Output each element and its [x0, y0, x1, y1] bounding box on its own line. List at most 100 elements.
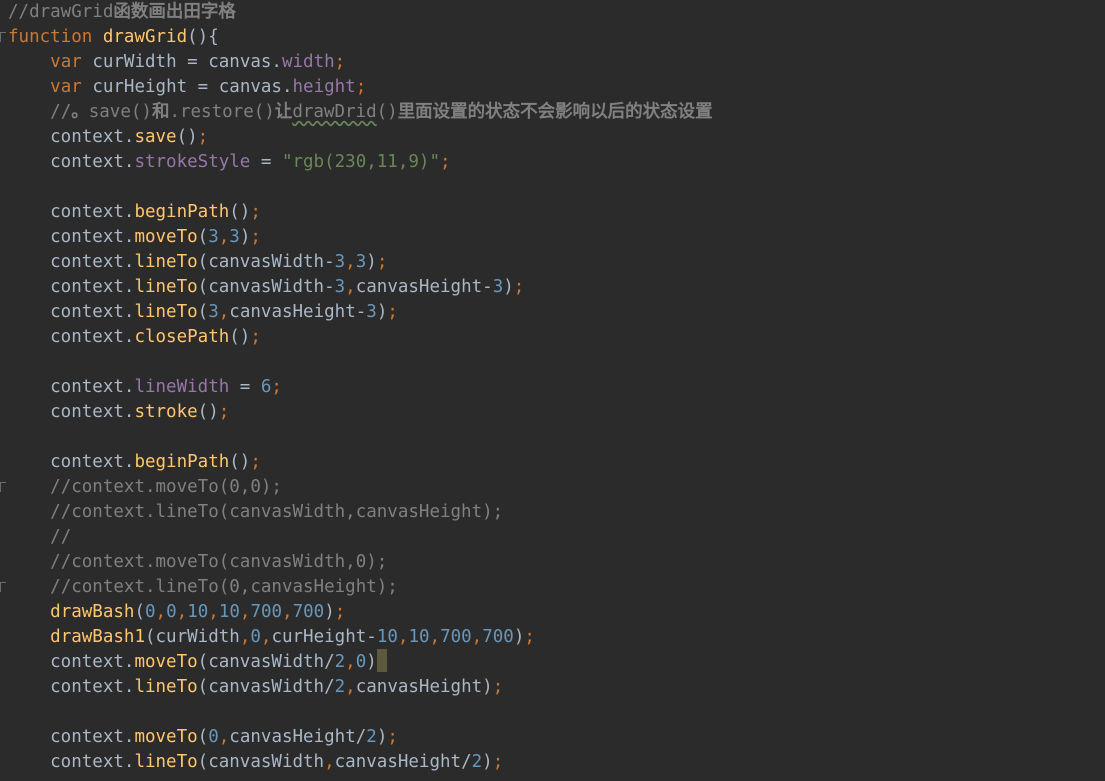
code-token: context. [8, 302, 135, 322]
code-token: () [229, 327, 251, 347]
code-token: ; [218, 402, 230, 422]
fold-marker-icon[interactable] [0, 582, 6, 592]
code-token: context. [8, 402, 135, 422]
code-token: ; [197, 127, 209, 147]
code-line[interactable]: context.moveTo(0,canvasHeight/2); [8, 725, 1103, 750]
code-token: 0 [250, 627, 261, 647]
code-line[interactable]: context.strokeStyle = "rgb(230,11,9)"; [8, 150, 1103, 175]
code-token: canvasHeight/ [229, 727, 367, 747]
code-token: 2 [334, 677, 346, 697]
code-line[interactable]: //。save()和.restore()让drawDrid()里面设置的状态不会… [8, 100, 1103, 125]
code-line[interactable]: context.lineTo(3,canvasHeight-3); [8, 300, 1103, 325]
code-token: 3 [229, 227, 240, 247]
code-line[interactable]: context.moveTo(canvasWidth/2,0) [8, 649, 1103, 675]
code-line[interactable]: drawBash(0,0,10,10,700,700); [8, 600, 1103, 625]
code-editor[interactable]: //drawGrid函数画出田字格 function drawGrid(){ va… [0, 0, 1105, 781]
code-token: 700 [292, 602, 325, 622]
code-token: //context.moveTo(0,0); [50, 477, 282, 497]
code-line[interactable]: context.moveTo(3,3); [8, 225, 1103, 250]
text-caret [376, 649, 387, 672]
code-line[interactable] [8, 175, 1103, 200]
code-line[interactable]: var curHeight = canvas.height; [8, 75, 1103, 100]
code-token: 3 [334, 277, 346, 297]
code-token: save() [88, 102, 152, 122]
code-line[interactable] [8, 350, 1103, 375]
code-token: lineTo [134, 302, 198, 322]
code-line[interactable]: function drawGrid(){ [8, 25, 1103, 50]
code-line[interactable]: context.save(); [8, 125, 1103, 150]
code-line[interactable]: var curWidth = canvas.width; [8, 50, 1103, 75]
code-token: beginPath [134, 452, 230, 472]
code-line[interactable]: //context.lineTo(0,canvasHeight); [8, 575, 1103, 600]
code-line[interactable]: //context.moveTo(canvasWidth,0); [8, 550, 1103, 575]
code-token: 3 [208, 227, 219, 247]
code-line[interactable]: context.closePath(); [8, 325, 1103, 350]
code-token: drawBash1 [50, 627, 145, 647]
code-line[interactable]: // [8, 525, 1103, 550]
code-token: () [229, 452, 251, 472]
code-token: , [345, 277, 356, 297]
code-token: ; [440, 152, 451, 172]
code-token: 让 [274, 102, 293, 122]
code-token: () [376, 102, 398, 122]
code-token: 700 [250, 602, 283, 622]
code-token: ( [197, 302, 209, 322]
code-token: , [397, 627, 409, 647]
code-token: ; [250, 202, 261, 222]
code-token: ( [197, 227, 209, 247]
code-line[interactable]: context.stroke(); [8, 400, 1103, 425]
code-line[interactable]: context.lineTo(canvasWidth-3,canvasHeigh… [8, 275, 1103, 300]
code-token: , [155, 602, 167, 622]
code-token: ; [492, 677, 504, 697]
code-token: moveTo [134, 652, 198, 672]
code-line[interactable]: context.lineWidth = 6; [8, 375, 1103, 400]
code-token: ; [387, 727, 398, 747]
code-token: , [471, 627, 483, 647]
fold-marker-icon[interactable] [0, 482, 6, 492]
code-area[interactable]: //drawGrid函数画出田字格 function drawGrid(){ va… [8, 0, 1103, 775]
code-token: ; [250, 327, 261, 347]
code-line[interactable]: context.beginPath(); [8, 200, 1103, 225]
code-token: (canvasWidth/ [197, 652, 335, 672]
code-line[interactable]: drawBash1(curWidth,0,curHeight-10,10,700… [8, 625, 1103, 650]
code-token: 3 [208, 302, 219, 322]
code-token: context. [8, 227, 135, 247]
code-token: ( [197, 727, 209, 747]
code-line[interactable]: context.lineTo(canvasWidth-3,3); [8, 250, 1103, 275]
code-token: canvasHeight- [355, 277, 493, 297]
code-token: , [345, 252, 356, 272]
fold-marker-icon[interactable] [0, 32, 6, 42]
code-token: 6 [260, 377, 272, 397]
code-token: lineTo [134, 677, 198, 697]
code-token: = [229, 377, 261, 397]
code-token: context. [8, 752, 135, 772]
code-line[interactable]: //drawGrid函数画出田字格 [8, 0, 1103, 25]
code-line[interactable]: //context.lineTo(canvasWidth,canvasHeigh… [8, 500, 1103, 525]
code-line[interactable]: context.beginPath(); [8, 450, 1103, 475]
code-token: canvasHeight) [355, 677, 493, 697]
code-token: lineTo [134, 277, 198, 297]
code-line[interactable] [8, 425, 1103, 450]
code-token: curHeight = canvas. [92, 77, 293, 97]
code-line[interactable]: //context.moveTo(0,0); [8, 475, 1103, 500]
code-token: ; [524, 627, 535, 647]
code-token: , [218, 227, 230, 247]
code-token: //context.lineTo(0,canvasHeight); [50, 577, 398, 597]
code-token: ; [250, 227, 261, 247]
code-line[interactable]: context.lineTo(canvasWidth/2,canvasHeigh… [8, 675, 1103, 700]
code-token: (canvasWidth/ [197, 677, 335, 697]
code-token: context. [8, 252, 135, 272]
code-token: (){ [187, 27, 219, 47]
code-line[interactable] [8, 700, 1103, 725]
code-token: lineTo [134, 752, 198, 772]
code-token: //context.lineTo(canvasWidth,canvasHeigh… [50, 502, 504, 522]
code-token: ; [271, 377, 282, 397]
code-token: height [292, 77, 356, 97]
code-token: //context.moveTo(canvasWidth,0); [50, 552, 388, 572]
code-token: ( [134, 602, 145, 622]
code-token: 3 [355, 252, 367, 272]
code-token: ) [376, 302, 388, 322]
code-token: ; [355, 77, 367, 97]
code-line[interactable]: context.lineTo(canvasWidth,canvasHeight/… [8, 750, 1103, 775]
